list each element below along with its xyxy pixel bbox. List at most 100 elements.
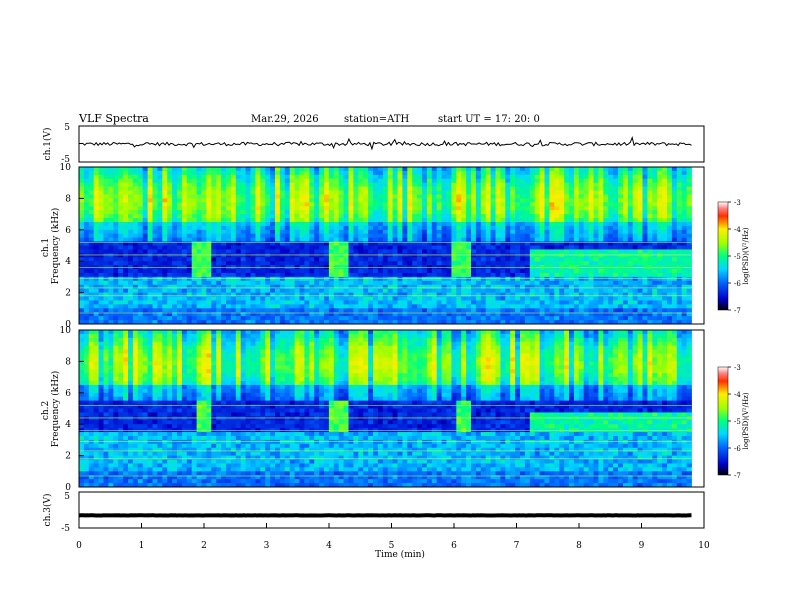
spectrogram-cell <box>284 245 291 250</box>
spectrogram-cell <box>167 198 173 203</box>
spectrogram-cell <box>368 296 374 301</box>
spectrogram-cell <box>529 190 536 195</box>
spectrogram-cell <box>255 249 261 254</box>
spectrogram-cell <box>147 300 153 305</box>
spectrogram-cell <box>128 182 134 188</box>
spectrogram-cell <box>407 253 413 258</box>
spectrogram-cell <box>431 261 438 266</box>
spectrogram-cell <box>466 276 472 282</box>
spectrogram-cell <box>549 253 555 258</box>
spectrogram-cell <box>647 229 653 235</box>
spectrogram-cell <box>137 225 144 231</box>
spectrogram-cell <box>637 316 643 321</box>
spectrogram-cell <box>113 280 119 286</box>
spectrogram-cell <box>475 249 482 254</box>
spectrogram-cell <box>201 308 207 313</box>
spectrogram-cell <box>79 249 85 254</box>
spectrogram-cell <box>309 221 315 227</box>
spectrogram-cell <box>569 221 575 227</box>
ch1-waveform-panel: 5 -5 ch.1(V) <box>42 123 705 165</box>
spectrogram-cell <box>652 210 658 215</box>
spectrogram-cell <box>490 257 496 262</box>
spectrogram-cell <box>328 308 335 313</box>
spectrogram-cell <box>299 245 305 250</box>
spectrogram-cell <box>529 276 536 282</box>
spectrogram-cell <box>431 280 438 286</box>
spectrogram-cell <box>284 237 291 242</box>
spectrogram-cell <box>441 280 447 286</box>
spectrogram-cell <box>255 288 261 294</box>
spectrogram-cell <box>466 214 472 219</box>
spectrogram-cell <box>113 178 119 184</box>
spectrogram-cell <box>196 292 202 297</box>
spectrogram-cell <box>613 253 619 258</box>
spectrogram-cell <box>324 300 330 305</box>
spectrogram-cell <box>515 178 521 184</box>
spectrogram-cell <box>343 229 349 235</box>
spectrogram-cell <box>128 284 134 290</box>
spectrogram-cell <box>373 194 379 199</box>
spectrogram-cell <box>309 190 315 195</box>
spectrogram-cell <box>632 178 638 184</box>
spectrogram-cell <box>108 280 114 286</box>
spectrogram-cell <box>451 269 457 274</box>
spectrogram-cell <box>671 186 678 191</box>
spectrogram-cell <box>662 210 668 215</box>
spectrogram-cell <box>652 186 658 191</box>
spectrogram-cell <box>539 202 545 207</box>
spectrogram-cell <box>363 167 369 172</box>
spectrogram-cell <box>524 202 531 207</box>
spectrogram-cell <box>211 272 217 278</box>
spectrogram-cell <box>637 308 643 313</box>
spectrogram-cell <box>270 190 276 195</box>
spectrogram-cell <box>132 292 139 297</box>
spectrogram-cell <box>137 167 144 172</box>
spectrogram-cell <box>358 214 364 219</box>
spectrogram-cell <box>240 308 246 313</box>
spectrogram-cell <box>299 237 305 242</box>
spectrogram-cell <box>83 170 90 176</box>
spectrogram-cell <box>216 308 222 313</box>
spectrogram-cell <box>495 316 501 321</box>
spectrogram-cell <box>338 300 344 305</box>
spectrogram-cell <box>157 272 163 278</box>
spectrogram-cell <box>642 257 648 262</box>
spectrogram-cell <box>123 170 129 176</box>
spectrogram-cell <box>539 257 545 262</box>
spectrogram-cell <box>186 214 193 219</box>
spectrogram-cell <box>186 292 193 297</box>
spectrogram-cell <box>216 296 222 301</box>
spectrogram-cell <box>534 206 540 211</box>
spectrogram-cell <box>299 304 305 309</box>
spectrogram-cell <box>441 210 447 215</box>
spectrogram-cell <box>681 276 687 282</box>
spectrogram-cell <box>490 174 496 180</box>
spectrogram-cell <box>343 272 349 278</box>
spectrogram-cell <box>613 178 619 184</box>
spectrogram-cell <box>475 174 482 180</box>
spectrogram-cell <box>113 276 119 282</box>
spectrogram-cell <box>235 304 242 309</box>
spectrogram-cell <box>524 233 531 239</box>
spectrogram-cell <box>618 300 624 305</box>
spectrogram-cell <box>402 186 408 191</box>
spectrogram-cell <box>583 272 589 278</box>
spectrogram-cell <box>245 186 251 191</box>
spectrogram-cell <box>358 237 364 242</box>
spectrogram-cell <box>569 245 575 250</box>
spectrogram-cell <box>524 316 531 321</box>
spectrogram-cell <box>118 261 124 266</box>
spectrogram-cell <box>637 206 643 211</box>
spectrogram-cell <box>314 249 320 254</box>
spectrogram-cell <box>642 261 648 266</box>
spectrogram-cell <box>397 280 403 286</box>
spectrogram-cell <box>647 170 653 176</box>
spectrogram-cell <box>235 272 242 278</box>
spectrogram-cell <box>191 304 197 309</box>
spectrogram-cell <box>255 214 261 219</box>
spectrogram-cell <box>186 182 193 188</box>
spectrogram-cell <box>83 221 90 227</box>
spectrogram-cell <box>534 182 540 188</box>
spectrogram-cell <box>132 276 139 282</box>
spectrogram-cell <box>157 284 163 290</box>
